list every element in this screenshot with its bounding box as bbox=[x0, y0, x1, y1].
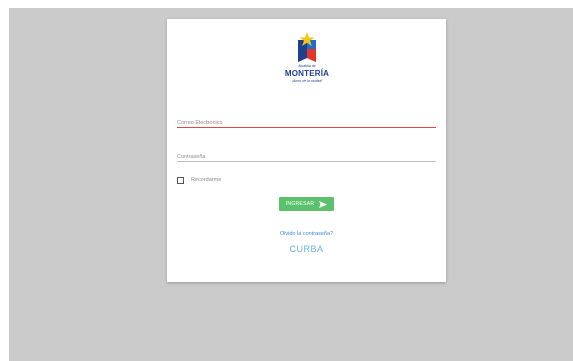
login-button[interactable]: INGRESAR bbox=[279, 197, 334, 211]
remember-label: Recordarme bbox=[191, 177, 222, 183]
brand-text: CURBA bbox=[289, 244, 324, 254]
send-icon bbox=[319, 200, 328, 208]
remember-checkbox[interactable] bbox=[177, 176, 184, 184]
monteria-logo: Alcaldía de MONTERÍA ¡Amor de la ciudad! bbox=[282, 31, 332, 101]
password-underline bbox=[177, 161, 436, 162]
password-field bbox=[177, 145, 436, 165]
page: Alcaldía de MONTERÍA ¡Amor de la ciudad!… bbox=[0, 0, 573, 361]
login-card: Alcaldía de MONTERÍA ¡Amor de la ciudad!… bbox=[167, 19, 446, 282]
email-input[interactable] bbox=[177, 115, 436, 131]
password-input[interactable] bbox=[177, 149, 436, 165]
logo-name: MONTERÍA bbox=[284, 69, 330, 78]
email-underline bbox=[177, 127, 436, 128]
email-field bbox=[177, 111, 436, 131]
logo-tagline: ¡Amor de la ciudad! bbox=[291, 79, 323, 83]
page-background: Alcaldía de MONTERÍA ¡Amor de la ciudad!… bbox=[9, 8, 573, 361]
login-button-label: INGRESAR bbox=[285, 201, 315, 207]
monteria-flag-star-icon bbox=[298, 32, 316, 62]
forgot-password-link[interactable]: Olvido la contraseña? bbox=[167, 231, 446, 237]
logo-subtitle: Alcaldía de bbox=[298, 64, 316, 68]
remember-me[interactable]: Recordarme bbox=[177, 175, 221, 185]
